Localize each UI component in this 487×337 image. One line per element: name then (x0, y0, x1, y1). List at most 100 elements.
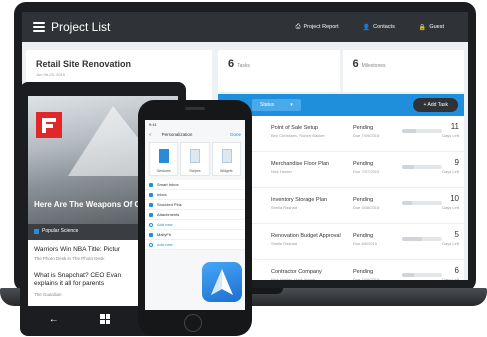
settings-menu: Smart Inbox Inbox Snoozed Pins Attachments A… (145, 180, 245, 250)
task-due-date: Due 7/09/2015 (353, 133, 380, 138)
stat-tasks[interactable]: 6 Tasks (218, 50, 340, 92)
plus-circle-icon (149, 242, 153, 247)
task-row[interactable]: Renovation Budget Approval Sheila Rashad P… (218, 224, 464, 260)
menu-row-label: MailyFit (157, 232, 171, 237)
task-due-date: Due 7/08/2015 (353, 277, 380, 280)
add-task-button[interactable]: + Add Task (413, 98, 458, 112)
add-new-row[interactable]: Add new (145, 240, 245, 250)
card-swipes[interactable]: Swipes (180, 142, 210, 176)
spark-app-icon[interactable] (202, 262, 242, 302)
app-header: Project List ⎙ Project Report 👤 Contacts… (22, 12, 468, 42)
task-days-left: 10 (450, 194, 459, 203)
header-nav: ⎙ Project Report 👤 Contacts 🔒 Guest (296, 24, 468, 31)
card-caption: Gestures (156, 169, 171, 173)
task-progress-bar (402, 129, 442, 133)
task-name: Point of Sale Setup (271, 125, 319, 131)
task-row[interactable]: Inventory Storage Plan Sheila Rashad Pendi… (218, 188, 464, 224)
mailbox-icon (149, 192, 153, 197)
card-caption: Swipes (189, 169, 201, 173)
task-row[interactable]: Point of Sale Setup Ben Christians, Rober… (218, 116, 464, 152)
task-row[interactable]: Merchandise Floor Plan Nick Hunter Pending… (218, 152, 464, 188)
back-arrow-icon[interactable]: ← (49, 314, 59, 325)
task-days-label: Days Left (442, 241, 459, 246)
menu-row[interactable]: Snoozed Pins (145, 200, 245, 210)
menu-row[interactable]: Attachments (145, 210, 245, 220)
windows-logo-icon[interactable] (100, 314, 111, 324)
task-list: Point of Sale Setup Ben Christians, Rober… (218, 116, 464, 280)
menu-row-label: Smart Inbox (157, 182, 179, 187)
task-name: Merchandise Floor Plan (271, 161, 330, 167)
person-icon: 👤 (362, 24, 371, 31)
stats-bar: 6 Tasks 6 Milestones (218, 50, 464, 92)
status-dropdown-label: Status (260, 102, 275, 108)
task-row[interactable]: Contractor Company Nick Hunter, Mark Yona… (218, 260, 464, 280)
task-progress-fill (402, 165, 414, 169)
menu-row-label: Attachments (157, 212, 180, 217)
menu-row[interactable]: Smart Inbox (145, 180, 245, 190)
nav-contacts[interactable]: 👤 Contacts (363, 24, 395, 31)
task-toolbar: Status ▾ + Add Task (218, 94, 464, 116)
hamburger-menu-icon[interactable] (33, 22, 45, 32)
done-button[interactable]: Done (230, 132, 241, 137)
task-assignees: Sheila Rashad (271, 241, 298, 246)
task-due-date: Due 7/07/2015 (353, 169, 380, 174)
personalization-cards: Gestures Swipes Widgets (149, 142, 241, 176)
project-name: Retail Site Renovation (36, 59, 132, 69)
settings-navbar: < Personalization Done (145, 128, 245, 140)
task-days-left: 9 (454, 158, 459, 167)
news-item-source: The Photo Desk in The Photo Desk (34, 256, 105, 261)
menu-row-label: Add new (157, 242, 173, 247)
stat-label: Tasks (237, 63, 250, 69)
nav-label: Guest (429, 24, 444, 30)
home-button[interactable] (184, 314, 202, 332)
task-status: Pending (353, 233, 374, 239)
stat-milestones[interactable]: 6 Milestones (342, 50, 464, 92)
app-title: Project List (51, 20, 111, 34)
task-status: Pending (353, 125, 374, 131)
back-chevron-icon[interactable]: < (149, 132, 152, 137)
nav-label: Project Report (303, 24, 339, 30)
stat-value: 6 (228, 58, 235, 70)
mailbox-icon (149, 212, 153, 217)
menu-row-label: Snoozed Pins (157, 202, 182, 207)
card-gestures[interactable]: Gestures (149, 142, 179, 176)
news-item-title[interactable]: Warriors Win NBA Title: Pictur (34, 246, 120, 254)
task-progress-bar (402, 201, 442, 205)
task-progress-fill (402, 201, 412, 205)
status-dropdown[interactable]: Status ▾ (252, 99, 301, 111)
phone-preview-icon (159, 149, 169, 163)
nav-guest[interactable]: 🔒 Guest (419, 24, 444, 31)
iphone-speaker (185, 107, 205, 110)
nav-project-report[interactable]: ⎙ Project Report (296, 24, 339, 31)
menu-row-label: Inbox (157, 192, 167, 197)
news-source: Popular Science (34, 228, 78, 234)
status-time: 9:41 (149, 121, 157, 127)
project-date: Jun 06-25, 2015 (36, 72, 65, 77)
task-progress-bar (402, 237, 442, 241)
plus-circle-icon (149, 222, 153, 227)
task-assignees: Nick Hunter (271, 169, 292, 174)
task-progress-fill (402, 273, 414, 277)
mailbox-icon (149, 182, 153, 187)
menu-row[interactable]: Inbox (145, 190, 245, 200)
menu-row[interactable]: MailyFit (145, 230, 245, 240)
task-progress-fill (402, 129, 416, 133)
task-progress-bar (402, 273, 442, 277)
task-assignees: Sheila Rashad (271, 205, 298, 210)
task-name: Contractor Company (271, 269, 322, 275)
task-days-left: 6 (454, 266, 459, 275)
menu-row-label: Add new (157, 222, 173, 227)
add-new-row[interactable]: Add new (145, 220, 245, 230)
task-due-date: Due 6/6/2015 (353, 241, 378, 246)
news-item-source: The Guardian (34, 292, 62, 297)
nav-label: Contacts (373, 24, 395, 30)
phone-preview-icon (190, 149, 201, 163)
paper-plane-icon (211, 269, 233, 295)
lock-icon: 🔒 (418, 24, 427, 31)
phone-preview-icon (221, 149, 232, 163)
task-name: Renovation Budget Approval (271, 233, 341, 239)
mailbox-icon (149, 202, 153, 207)
news-item-title[interactable]: What is Snapchat? CEO Evan explains it a… (34, 272, 126, 288)
task-progress-fill (402, 237, 422, 241)
card-widgets[interactable]: Widgets (211, 142, 241, 176)
